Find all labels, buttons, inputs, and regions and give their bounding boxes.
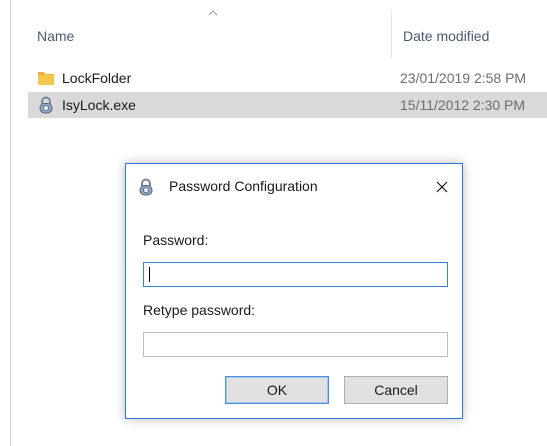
column-divider[interactable] bbox=[391, 10, 392, 58]
dialog-titlebar[interactable]: Password Configuration bbox=[126, 164, 462, 208]
chevron-up-icon[interactable] bbox=[207, 6, 219, 18]
file-name: IsyLock.exe bbox=[62, 97, 136, 113]
ok-button[interactable]: OK bbox=[225, 376, 329, 404]
pane-border bbox=[10, 0, 11, 446]
column-header-row: Name Date modified bbox=[11, 0, 547, 60]
file-date: 15/11/2012 2:30 PM bbox=[400, 97, 526, 113]
file-name: LockFolder bbox=[62, 70, 132, 86]
text-caret bbox=[149, 267, 150, 282]
folder-icon bbox=[37, 69, 55, 87]
password-input[interactable] bbox=[143, 262, 448, 287]
padlock-icon bbox=[37, 96, 55, 114]
retype-password-label: Retype password: bbox=[143, 302, 256, 318]
file-row-isylock[interactable]: IsyLock.exe 15/11/2012 2:30 PM bbox=[28, 92, 547, 118]
dialog-title: Password Configuration bbox=[169, 178, 318, 194]
retype-password-input[interactable] bbox=[143, 332, 448, 357]
cancel-button[interactable]: Cancel bbox=[344, 376, 448, 404]
close-icon bbox=[436, 181, 448, 193]
column-header-date-modified[interactable]: Date modified bbox=[403, 28, 489, 44]
column-header-name[interactable]: Name bbox=[37, 28, 74, 44]
password-label: Password: bbox=[143, 232, 209, 248]
password-configuration-dialog: Password Configuration Password: Retype … bbox=[125, 163, 463, 419]
padlock-icon bbox=[138, 178, 154, 196]
close-button[interactable] bbox=[426, 172, 458, 202]
file-row-lockfolder[interactable]: LockFolder 23/01/2019 2:58 PM bbox=[28, 65, 547, 91]
file-date: 23/01/2019 2:58 PM bbox=[400, 70, 527, 86]
